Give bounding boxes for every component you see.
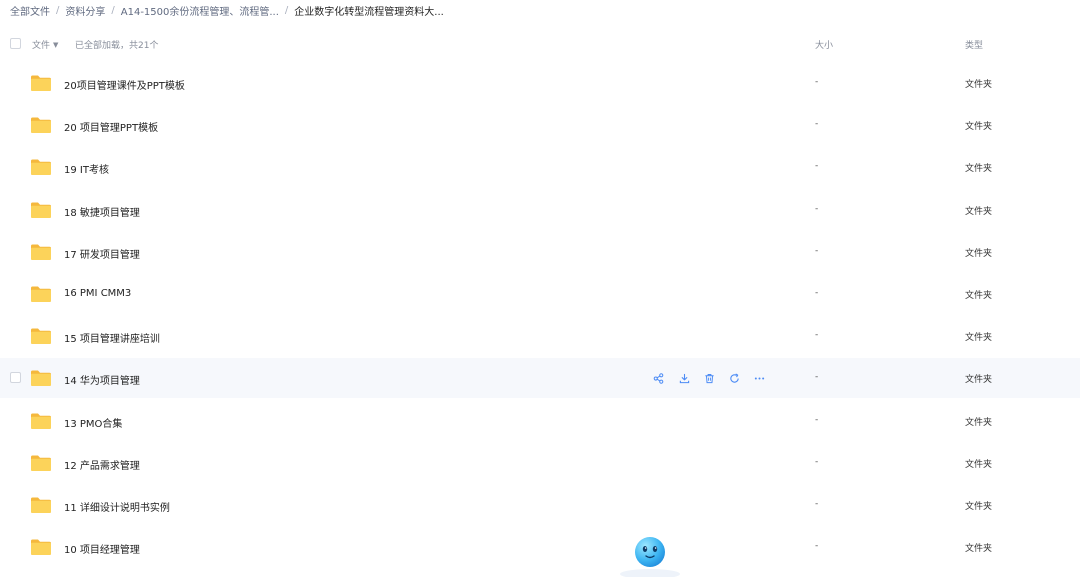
file-type: 文件夹	[965, 417, 993, 428]
row-checkbox[interactable]	[10, 372, 21, 384]
file-name[interactable]: 14 华为项目管理	[64, 372, 140, 387]
file-name[interactable]: 16 PMI CMM3	[64, 288, 131, 299]
loaded-status: 已全部加载，共21个	[75, 41, 159, 51]
file-name[interactable]: 19 IT考核	[64, 161, 109, 176]
folder-icon	[30, 327, 52, 345]
file-row[interactable]: 12 产品需求管理 - 文件夹	[0, 443, 1080, 483]
folder-icon	[30, 454, 52, 472]
breadcrumb-separator: /	[111, 4, 115, 16]
folder-icon	[30, 369, 52, 387]
file-type: 文件夹	[965, 375, 993, 386]
refresh-icon[interactable]	[726, 370, 742, 386]
breadcrumb-item[interactable]: A14-1500余份流程管理、流程管...	[121, 3, 279, 18]
folder-icon	[30, 496, 52, 514]
folder-icon	[30, 116, 52, 134]
breadcrumb-separator: /	[56, 4, 60, 16]
file-row[interactable]: 13 PMO合集 - 文件夹	[0, 401, 1080, 441]
file-type: 文件夹	[965, 459, 993, 470]
folder-icon	[30, 158, 52, 176]
folder-icon	[30, 201, 52, 219]
share-icon[interactable]	[650, 370, 666, 386]
more-icon[interactable]	[751, 370, 767, 386]
file-name[interactable]: 12 产品需求管理	[64, 457, 140, 472]
download-icon[interactable]	[676, 370, 692, 386]
file-row[interactable]: 20项目管理课件及PPT模板 - 文件夹	[0, 63, 1080, 103]
folder-icon	[30, 285, 52, 303]
file-name[interactable]: 10 项目经理管理	[64, 541, 140, 556]
file-type: 文件夹	[965, 544, 993, 555]
column-header-file: 文件	[32, 41, 51, 51]
breadcrumb: 全部文件 / 资料分享 / A14-1500余份流程管理、流程管... / 企业数字化转型流…	[10, 3, 444, 18]
column-header-size[interactable]: 大小	[815, 38, 833, 51]
file-type: 文件夹	[965, 80, 993, 90]
sort-caret-icon: ▼	[53, 40, 59, 49]
file-row[interactable]: 11 详细设计说明书实例 - 文件夹	[0, 485, 1080, 525]
select-all-checkbox[interactable]	[10, 38, 21, 49]
file-name[interactable]: 20项目管理课件及PPT模板	[64, 77, 185, 92]
file-type: 文件夹	[965, 164, 993, 175]
file-size: -	[815, 499, 819, 509]
column-header-type[interactable]: 类型	[965, 38, 983, 51]
file-row[interactable]: 18 敏捷项目管理 - 文件夹	[0, 190, 1080, 230]
file-type: 文件夹	[965, 206, 993, 217]
file-size: -	[815, 288, 819, 298]
file-type: 文件夹	[965, 333, 993, 344]
file-row[interactable]: 16 PMI CMM3 - 文件夹	[0, 274, 1080, 314]
file-size: -	[815, 119, 819, 130]
file-size: -	[815, 414, 819, 425]
file-type: 文件夹	[965, 122, 993, 133]
file-name[interactable]: 11 详细设计说明书实例	[64, 499, 170, 514]
breadcrumb-item[interactable]: 全部文件	[10, 3, 50, 18]
file-size: -	[815, 203, 819, 214]
file-size: -	[815, 372, 819, 383]
file-size: -	[815, 245, 819, 256]
folder-icon	[30, 74, 52, 92]
file-name[interactable]: 20 项目管理PPT模板	[64, 119, 158, 134]
file-row[interactable]: 10 项目经理管理 - 文件夹	[0, 527, 1080, 567]
file-type: 文件夹	[965, 291, 993, 301]
file-row[interactable]: 20 项目管理PPT模板 - 文件夹	[0, 105, 1080, 145]
file-name[interactable]: 17 研发项目管理	[64, 246, 140, 261]
assistant-mascot-icon[interactable]	[616, 530, 684, 577]
file-size: -	[815, 330, 819, 341]
file-size: -	[815, 161, 819, 172]
folder-icon	[30, 243, 52, 261]
file-type: 文件夹	[965, 502, 993, 512]
folder-icon	[30, 412, 52, 430]
file-size: -	[815, 77, 819, 87]
file-size: -	[815, 456, 819, 467]
file-row[interactable]: 19 IT考核 - 文件夹	[0, 147, 1080, 187]
file-list-header: 文件 ▼ 已全部加载，共21个 大小 类型	[0, 34, 1080, 54]
breadcrumb-item[interactable]: 资料分享	[65, 3, 105, 18]
breadcrumb-item[interactable]: 企业数字化转型流程管理资料大...	[294, 3, 444, 18]
file-row[interactable]: 17 研发项目管理 - 文件夹	[0, 232, 1080, 272]
delete-icon[interactable]	[701, 370, 717, 386]
folder-icon	[30, 538, 52, 556]
file-row[interactable]: 15 项目管理讲座培训 - 文件夹	[0, 316, 1080, 356]
file-row[interactable]: 14 华为项目管理 - 文件夹	[0, 358, 1080, 399]
file-name[interactable]: 13 PMO合集	[64, 415, 122, 430]
file-size: -	[815, 541, 819, 552]
file-name[interactable]: 15 项目管理讲座培训	[64, 330, 160, 345]
sort-by-name-button[interactable]: 文件 ▼	[32, 38, 59, 52]
breadcrumb-separator: /	[284, 4, 289, 16]
file-name[interactable]: 18 敏捷项目管理	[64, 204, 140, 219]
file-type: 文件夹	[965, 248, 993, 259]
